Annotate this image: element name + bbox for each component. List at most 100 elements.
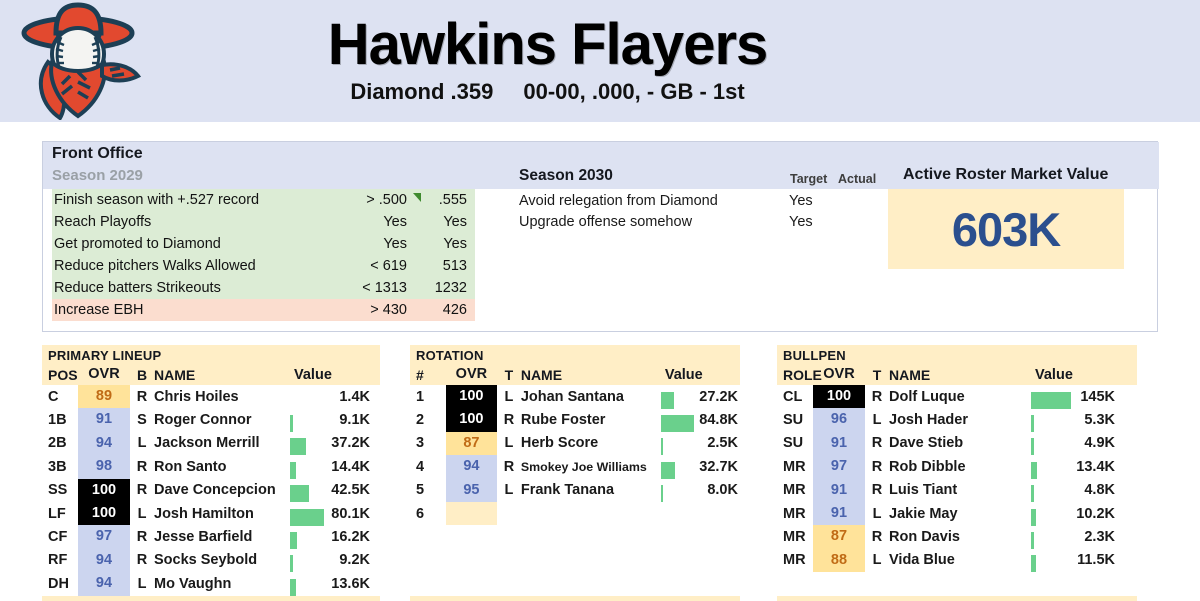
player-position: 3B [48, 458, 67, 475]
player-name[interactable]: Frank Tanana [521, 482, 661, 498]
empty-row [410, 525, 740, 548]
player-value-bar [290, 485, 309, 503]
table-row[interactable]: CF 97 R Jesse Barfield 16.2K [42, 525, 380, 550]
player-name[interactable]: Chris Hoiles [154, 389, 290, 405]
next-season-goal-row: Avoid relegation from Diamond Yes [519, 190, 889, 211]
player-overall: 97 [813, 455, 865, 479]
column-header-name: NAME [520, 366, 563, 383]
player-value-bar [660, 415, 695, 433]
player-name[interactable]: Jackson Merrill [154, 435, 290, 451]
player-name[interactable]: Mo Vaughn [154, 576, 290, 592]
player-value-bar [1031, 461, 1038, 479]
table-row[interactable]: 1B 91 S Roger Connor 9.1K [42, 408, 380, 433]
player-value-bar [660, 391, 674, 409]
player-value-bar [660, 461, 676, 479]
table-row[interactable]: 3 87 L Herb Score 2.5K [410, 431, 740, 456]
player-position: 4 [416, 458, 425, 475]
table-row[interactable]: CL 100 R Dolf Luque 145K [777, 385, 1137, 409]
player-value-bar [1031, 438, 1034, 456]
table-row[interactable]: 6 [410, 501, 740, 526]
table-row[interactable]: MR 91 L Jakie May 10.2K [777, 501, 1137, 526]
next-season-goal-label: Avoid relegation from Diamond [519, 192, 718, 209]
table-row[interactable]: MR 97 R Rob Dibble 13.4K [777, 455, 1137, 479]
table-row[interactable]: 2 100 R Rube Foster 84.8K [410, 408, 740, 433]
player-handedness: R [136, 482, 148, 499]
goal-achieved-marker-icon [413, 193, 421, 202]
player-name[interactable]: Dave Concepcion [154, 482, 290, 498]
season-goal-row: Increase EBH > 430 426 [52, 299, 475, 321]
player-name[interactable]: Jakie May [889, 506, 1031, 522]
player-value-cell: 37.2K [290, 435, 372, 456]
player-name[interactable]: Herb Score [521, 435, 661, 451]
player-value-text: 10.2K [1076, 505, 1115, 522]
table-row[interactable]: 2B 94 L Jackson Merrill 37.2K [42, 431, 380, 456]
column-header-name: NAME [889, 366, 931, 383]
player-name[interactable]: Dave Stieb [889, 435, 1031, 451]
player-value-text: 1.4K [339, 388, 370, 405]
player-name[interactable]: Rube Foster [521, 412, 661, 428]
player-name[interactable]: Josh Hamilton [154, 506, 290, 522]
table-row[interactable]: MR 91 R Luis Tiant 4.8K [777, 478, 1137, 503]
player-overall: 94 [78, 548, 130, 573]
player-handedness: R [871, 529, 883, 546]
player-position: CF [48, 529, 68, 546]
player-name[interactable]: Roger Connor [154, 412, 290, 428]
market-value-title: Active Roster Market Value [903, 166, 1109, 183]
table-row[interactable]: MR 88 L Vida Blue 11.5K [777, 548, 1137, 573]
player-position: 1B [48, 412, 67, 429]
player-name[interactable]: Josh Hader [889, 412, 1031, 428]
player-name[interactable]: Johan Santana [521, 389, 661, 405]
table-row[interactable]: SU 96 L Josh Hader 5.3K [777, 408, 1137, 433]
next-season-goals-list: Avoid relegation from Diamond Yes Upgrade … [519, 190, 889, 232]
player-name[interactable]: Dolf Luque [889, 389, 1031, 405]
table-row[interactable]: LF 100 L Josh Hamilton 80.1K [42, 501, 380, 526]
player-value-bar [290, 415, 294, 433]
table-row[interactable]: SS 100 R Dave Concepcion 42.5K [42, 478, 380, 503]
table-row[interactable]: MR 87 R Ron Davis 2.3K [777, 525, 1137, 550]
season-goal-label: Reduce pitchers Walks Allowed [54, 258, 256, 274]
player-value-bar [1031, 555, 1037, 573]
player-overall: 95 [445, 478, 498, 502]
table-row[interactable]: DH 94 L Mo Vaughn 13.6K [42, 572, 380, 596]
player-overall: 100 [78, 478, 130, 502]
table-row[interactable]: 5 95 L Frank Tanana 8.0K [410, 478, 740, 503]
player-overall [445, 501, 498, 526]
market-value-amount: 603K [951, 202, 1061, 256]
player-name[interactable]: Vida Blue [889, 552, 1031, 568]
next-season-actual-header: Actual [838, 172, 877, 186]
player-overall: 91 [813, 501, 865, 526]
player-value-text: 37.2K [331, 435, 370, 452]
table-row[interactable]: 1 100 L Johan Santana 27.2K [410, 385, 740, 409]
player-name[interactable]: Ron Davis [889, 529, 1031, 545]
table-row[interactable]: 3B 98 R Ron Santo 14.4K [42, 455, 380, 479]
bullpen-section: BULLPEN ROLE OVR T NAME Value CL 100 R Dolf Luque… [777, 345, 1137, 601]
player-handedness: L [137, 575, 147, 592]
player-value-cell: 8.0K [660, 482, 740, 503]
column-header-hand: T [872, 366, 882, 383]
column-header-ovr: OVR [88, 365, 120, 382]
table-row[interactable]: 4 94 R Smokey Joe Williams 32.7K [410, 455, 740, 479]
player-name[interactable]: Smokey Joe Williams [521, 460, 661, 474]
player-handedness: L [872, 552, 882, 569]
player-name[interactable]: Ron Santo [154, 459, 290, 475]
player-handedness: R [871, 458, 883, 475]
player-handedness: L [137, 505, 147, 522]
season-goal-label: Get promoted to Diamond [54, 236, 221, 252]
player-position: 3 [416, 435, 425, 452]
column-header-name: NAME [154, 366, 196, 383]
team-overview-page: Hawkins Flayers Diamond .359 00-00, .000,… [0, 0, 1200, 601]
empty-row [410, 549, 740, 572]
player-name[interactable]: Rob Dibble [889, 459, 1031, 475]
table-row[interactable]: C 89 R Chris Hoiles 1.4K [42, 385, 380, 409]
table-row[interactable]: SU 91 R Dave Stieb 4.9K [777, 431, 1137, 456]
player-value-cell: 27.2K [660, 389, 740, 409]
season-goal-actual: Yes [443, 236, 467, 252]
player-overall: 91 [78, 408, 130, 432]
player-name[interactable]: Socks Seybold [154, 552, 290, 568]
player-name[interactable]: Luis Tiant [889, 482, 1031, 498]
player-value-text: 4.8K [1084, 482, 1115, 499]
front-office-season-label: Season 2029 [52, 167, 143, 184]
table-row[interactable]: RF 94 R Socks Seybold 9.2K [42, 548, 380, 573]
player-overall: 91 [813, 431, 865, 456]
player-name[interactable]: Jesse Barfield [154, 529, 290, 545]
